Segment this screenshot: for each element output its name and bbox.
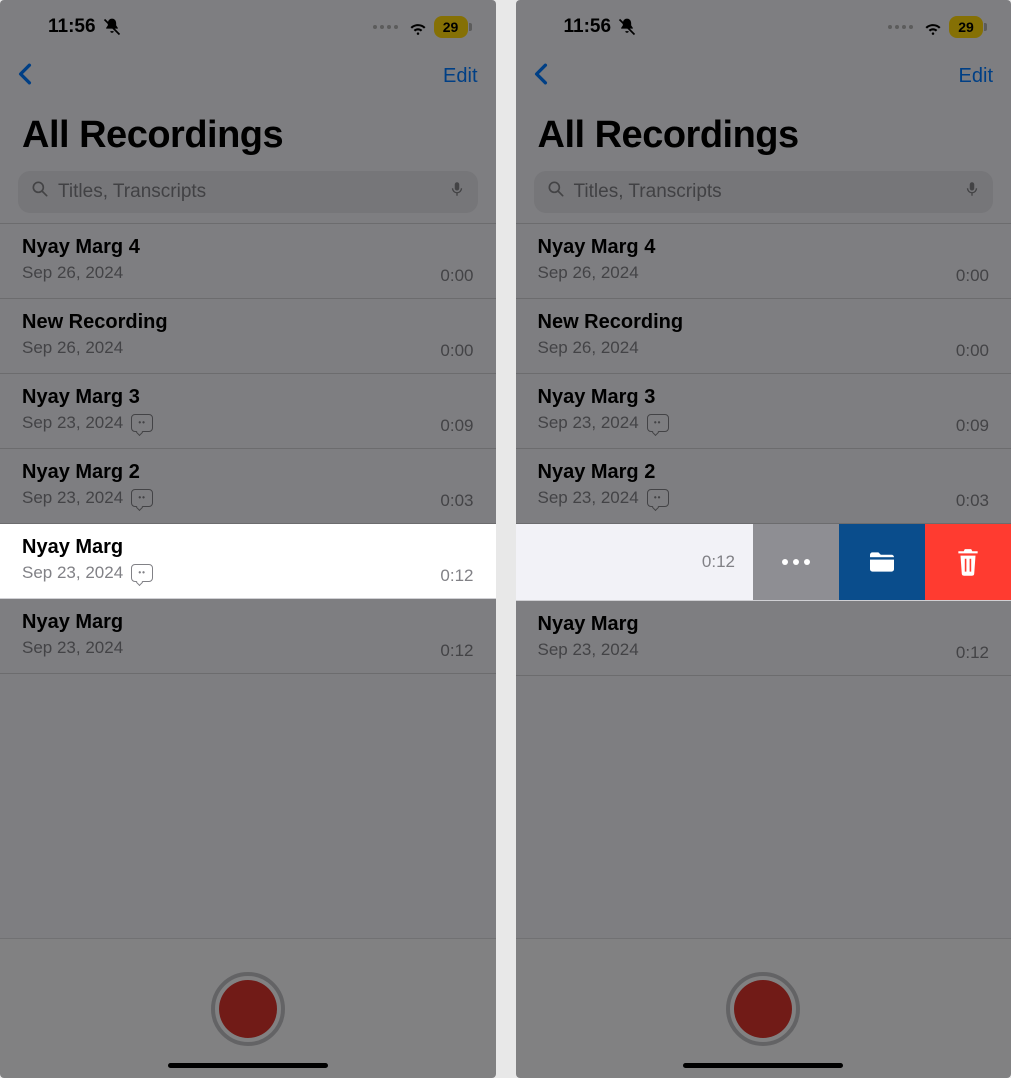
recording-duration: 0:00	[440, 266, 473, 286]
recording-title: New Recording	[538, 311, 990, 334]
search-input[interactable]: Titles, Transcripts	[534, 171, 994, 213]
edit-button[interactable]: Edit	[443, 65, 477, 88]
record-button[interactable]	[726, 972, 800, 1046]
page-title: All Recordings	[516, 98, 1011, 167]
list-item-selected[interactable]: Nyay Marg Sep 23, 2024 •• 0:12	[0, 524, 496, 599]
list-item[interactable]: New Recording Sep 26, 2024 0:00	[516, 299, 1011, 374]
nav-bar: Edit	[0, 54, 496, 98]
recording-title: Nyay Marg 2	[22, 461, 474, 484]
recording-title: Nyay Marg	[22, 611, 474, 634]
recording-date: Sep 23, 2024	[538, 413, 639, 433]
recording-title: Nyay Marg 3	[22, 386, 474, 409]
list-item[interactable]: Nyay Marg 2 Sep 23, 2024 •• 0:03	[516, 449, 1011, 524]
recording-duration: 0:12	[702, 552, 735, 572]
recording-date: Sep 26, 2024	[22, 338, 123, 358]
ellipsis-icon	[782, 559, 810, 565]
phone-right: 11:56 29 Edit All Recordings Titles, Tra…	[516, 0, 1011, 1078]
search-placeholder: Titles, Transcripts	[58, 181, 206, 203]
cellular-dots-icon	[888, 25, 913, 29]
recording-duration: 0:03	[956, 491, 989, 511]
list-item[interactable]: Nyay Marg 2 Sep 23, 2024 •• 0:03	[0, 449, 496, 524]
search-placeholder: Titles, Transcripts	[574, 181, 722, 203]
silent-mode-icon	[617, 17, 637, 37]
transcript-icon: ••	[131, 489, 153, 507]
record-toolbar	[0, 938, 496, 1078]
search-input[interactable]: Titles, Transcripts	[18, 171, 478, 213]
list-item[interactable]: Nyay Marg 4 Sep 26, 2024 0:00	[516, 224, 1011, 299]
status-time: 11:56	[48, 16, 96, 38]
back-button[interactable]	[534, 60, 548, 92]
recording-date: Sep 26, 2024	[538, 263, 639, 283]
home-indicator[interactable]	[683, 1063, 843, 1068]
status-bar: 11:56 29	[516, 0, 1011, 54]
trash-icon	[955, 547, 981, 577]
record-button[interactable]	[211, 972, 285, 1046]
recording-duration: 0:09	[440, 416, 473, 436]
phone-left: 11:56 29 Edit All Recordings Titles, Tra…	[0, 0, 496, 1078]
recording-date: Sep 26, 2024	[538, 338, 639, 358]
transcript-icon: ••	[131, 564, 153, 582]
list-item[interactable]: Nyay Marg Sep 23, 2024 0:12	[516, 601, 1011, 676]
status-time: 11:56	[564, 16, 612, 38]
home-indicator[interactable]	[168, 1063, 328, 1068]
status-bar: 11:56 29	[0, 0, 496, 54]
list-item[interactable]: Nyay Marg 4 Sep 26, 2024 0:00	[0, 224, 496, 299]
transcript-icon: ••	[647, 489, 669, 507]
nav-bar: Edit	[516, 54, 1011, 98]
recording-duration: 0:00	[956, 341, 989, 361]
swipe-delete-button[interactable]	[925, 524, 1011, 600]
battery-indicator: 29	[434, 16, 468, 38]
recording-title: Nyay Marg 2	[538, 461, 990, 484]
transcript-icon: ••	[647, 414, 669, 432]
transcript-icon: ••	[131, 414, 153, 432]
wifi-icon	[408, 17, 428, 37]
list-item[interactable]: Nyay Marg 3 Sep 23, 2024 •• 0:09	[516, 374, 1011, 449]
recording-title: Nyay Marg	[538, 613, 990, 636]
swipe-more-button[interactable]	[753, 524, 839, 600]
recording-date: Sep 23, 2024	[22, 488, 123, 508]
recording-duration: 0:00	[440, 341, 473, 361]
search-icon	[546, 179, 566, 205]
dictation-icon[interactable]	[448, 179, 466, 205]
recording-date: Sep 23, 2024	[538, 488, 639, 508]
recordings-list: Nyay Marg 4 Sep 26, 2024 0:00 New Record…	[0, 223, 496, 674]
battery-indicator: 29	[949, 16, 983, 38]
page-title: All Recordings	[0, 98, 496, 167]
list-item-swiped[interactable]: 0:12	[516, 524, 1011, 601]
swipe-actions	[753, 524, 1011, 600]
list-item[interactable]: New Recording Sep 26, 2024 0:00	[0, 299, 496, 374]
list-item[interactable]: Nyay Marg Sep 23, 2024 0:12	[0, 599, 496, 674]
dictation-icon[interactable]	[963, 179, 981, 205]
record-button-inner	[734, 980, 792, 1038]
recording-title: Nyay Marg 4	[22, 236, 474, 259]
recording-duration: 0:12	[440, 641, 473, 661]
list-item[interactable]: Nyay Marg 3 Sep 23, 2024 •• 0:09	[0, 374, 496, 449]
back-button[interactable]	[18, 60, 32, 92]
recording-duration: 0:12	[956, 643, 989, 663]
record-button-inner	[219, 980, 277, 1038]
recording-title: Nyay Marg 3	[538, 386, 990, 409]
recording-title: Nyay Marg	[22, 536, 474, 559]
recording-title: Nyay Marg 4	[538, 236, 990, 259]
wifi-icon	[923, 17, 943, 37]
folder-icon	[867, 550, 897, 574]
recordings-list: Nyay Marg 4 Sep 26, 2024 0:00 New Record…	[516, 223, 1011, 676]
recording-duration: 0:03	[440, 491, 473, 511]
silent-mode-icon	[102, 17, 122, 37]
recording-duration: 0:12	[440, 566, 473, 586]
cellular-dots-icon	[373, 25, 398, 29]
recording-title: New Recording	[22, 311, 474, 334]
edit-button[interactable]: Edit	[959, 65, 993, 88]
search-icon	[30, 179, 50, 205]
recording-date: Sep 23, 2024	[22, 638, 123, 658]
recording-date: Sep 23, 2024	[22, 413, 123, 433]
record-toolbar	[516, 938, 1011, 1078]
recording-date: Sep 23, 2024	[538, 640, 639, 660]
recording-duration: 0:09	[956, 416, 989, 436]
recording-duration: 0:00	[956, 266, 989, 286]
recording-date: Sep 23, 2024	[22, 563, 123, 583]
swipe-move-button[interactable]	[839, 524, 925, 600]
recording-date: Sep 26, 2024	[22, 263, 123, 283]
